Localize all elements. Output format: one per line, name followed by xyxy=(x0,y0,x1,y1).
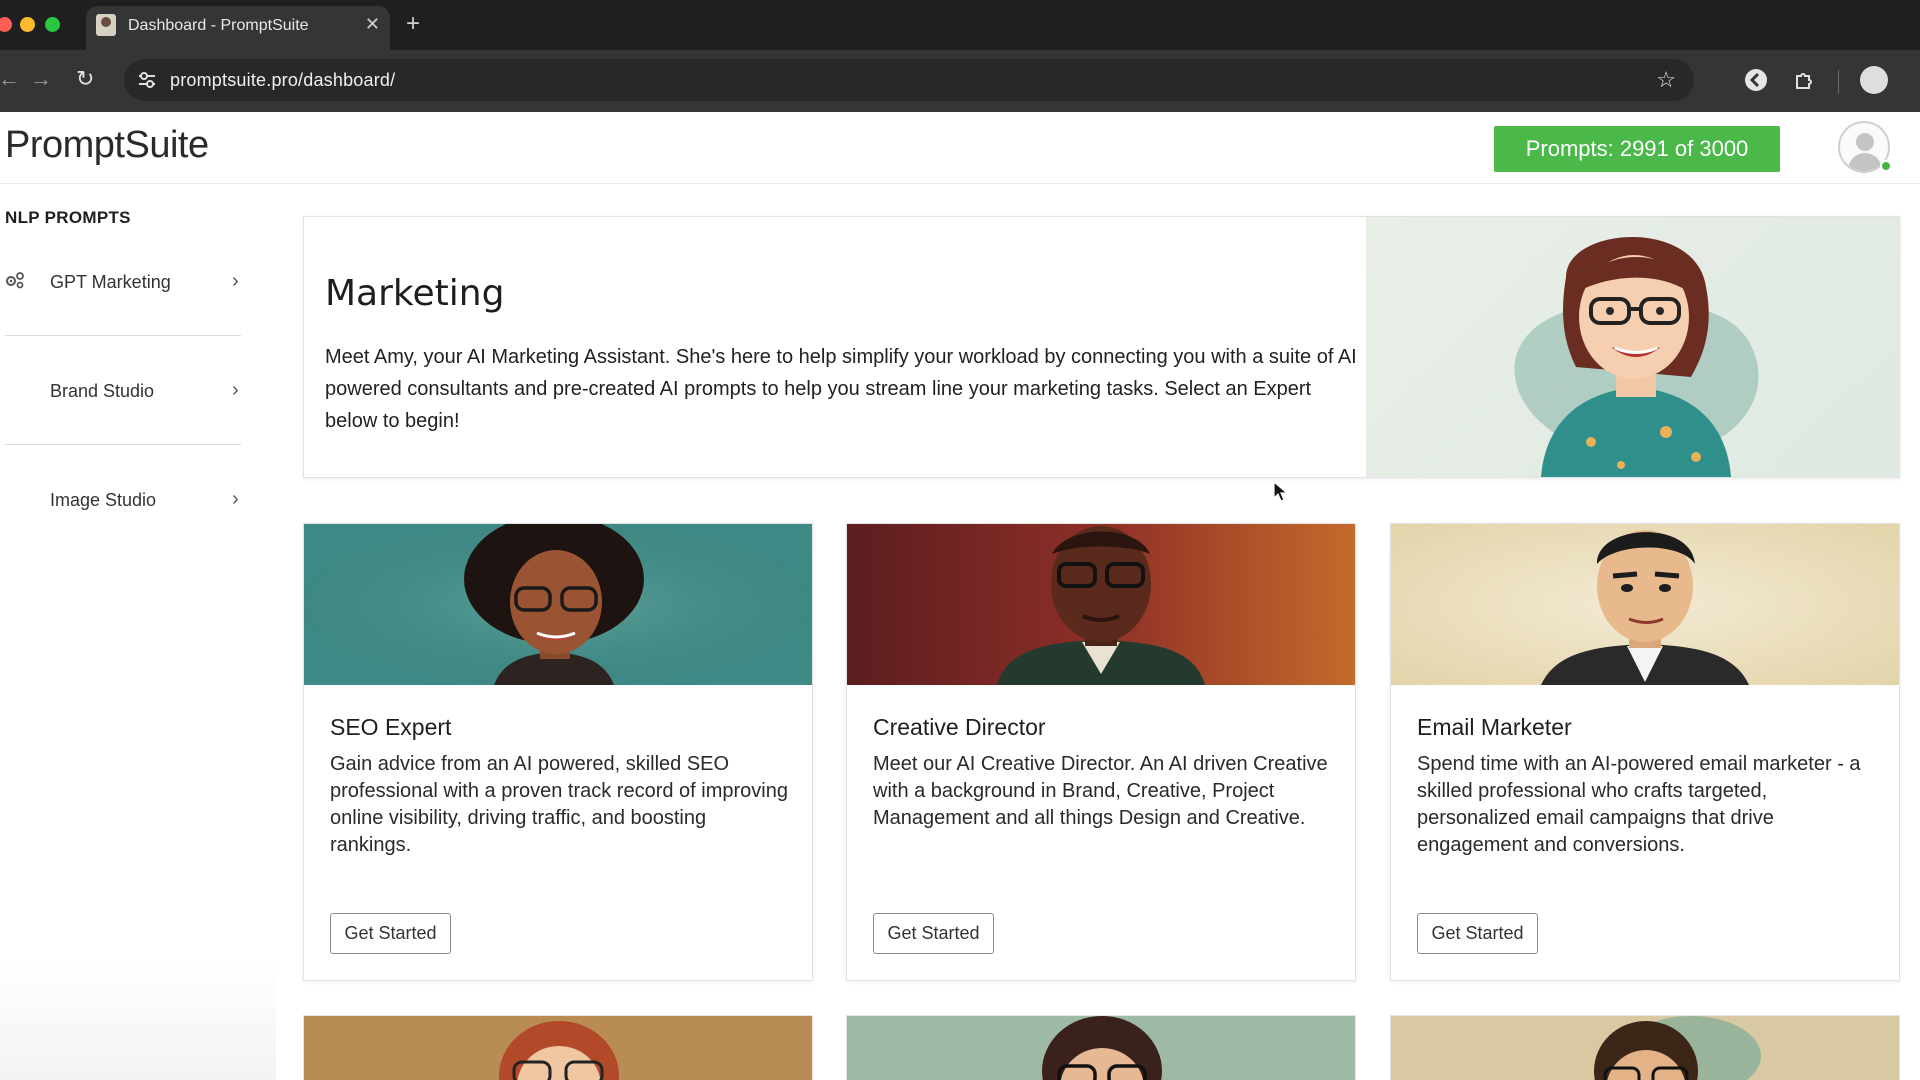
extensions-puzzle-icon[interactable] xyxy=(1792,68,1816,98)
favicon-icon xyxy=(96,14,116,36)
sidebar-item-label: GPT Marketing xyxy=(50,272,171,292)
reload-icon[interactable]: ↻ xyxy=(76,66,94,92)
expert-card-partial xyxy=(846,1015,1356,1080)
avatar-body-shape xyxy=(1848,153,1882,171)
card-title: Email Marketer xyxy=(1417,714,1572,740)
sidebar-item-brand-studio[interactable]: Brand Studio › xyxy=(0,371,250,411)
expert-card-partial xyxy=(1390,1015,1900,1080)
site-settings-icon[interactable] xyxy=(136,69,158,91)
site-header: PromptSuite Prompts: 2991 of 3000 xyxy=(0,112,1920,184)
expert-illustration-partial xyxy=(847,1016,1355,1080)
gear-icon xyxy=(6,272,24,289)
sidebar-item-label: Brand Studio xyxy=(50,381,155,401)
browser-tab[interactable]: Dashboard - PromptSuite ✕ xyxy=(86,6,390,50)
online-status-dot xyxy=(1880,160,1892,172)
tab-title: Dashboard - PromptSuite xyxy=(128,17,309,34)
avatar-head-shape xyxy=(1856,133,1874,151)
chevron-right-icon: › xyxy=(232,379,239,401)
logo[interactable]: PromptSuite xyxy=(5,124,209,167)
marketing-hero-panel: Marketing Meet Amy, your AI Marketing As… xyxy=(303,216,1900,478)
sidebar-divider xyxy=(5,444,241,445)
amy-assistant-illustration xyxy=(1366,217,1899,477)
card-title: Creative Director xyxy=(873,714,1046,740)
expert-card-email-marketer: Email Marketer Spend time with an AI-pow… xyxy=(1390,523,1900,981)
minimize-window-button[interactable] xyxy=(20,17,35,32)
card-description: Spend time with an AI-powered email mark… xyxy=(1417,753,1861,856)
get-started-button[interactable]: Get Started xyxy=(873,913,994,954)
hero-description: Meet Amy, your AI Marketing Assistant. S… xyxy=(325,346,1357,432)
browser-tab-bar: Dashboard - PromptSuite ✕ + xyxy=(0,0,1920,50)
new-tab-icon[interactable]: + xyxy=(406,10,420,38)
card-description: Meet our AI Creative Director. An AI dri… xyxy=(873,753,1328,829)
browser-profile-icon[interactable] xyxy=(1860,66,1888,94)
seo-expert-illustration xyxy=(304,524,812,685)
expert-card-partial xyxy=(303,1015,813,1080)
close-tab-icon[interactable]: ✕ xyxy=(365,14,380,35)
sidebar-heading: NLP PROMPTS xyxy=(5,208,131,227)
address-bar[interactable]: promptsuite.pro/dashboard/ ☆ xyxy=(124,59,1694,101)
page-title: Marketing xyxy=(325,273,505,314)
sidebar: NLP PROMPTS GPT Marketing › Brand Studio… xyxy=(0,184,276,1080)
chevron-right-icon: › xyxy=(232,270,239,292)
email-marketer-illustration xyxy=(1391,524,1899,685)
sidebar-item-image-studio[interactable]: Image Studio › xyxy=(0,480,250,520)
expert-illustration-partial xyxy=(1391,1016,1899,1080)
mouse-cursor-icon xyxy=(1273,481,1289,502)
forward-icon[interactable]: → xyxy=(30,66,52,92)
close-window-button[interactable] xyxy=(0,17,12,32)
sidebar-divider xyxy=(5,335,241,336)
card-title: SEO Expert xyxy=(330,714,452,740)
sidebar-item-gpt-marketing[interactable]: GPT Marketing › xyxy=(0,262,250,302)
sidebar-item-label: Image Studio xyxy=(50,490,157,510)
expert-card-seo: SEO Expert Gain advice from an AI powere… xyxy=(303,523,813,981)
extension-back-icon[interactable] xyxy=(1744,68,1768,98)
back-icon[interactable]: ← xyxy=(0,66,20,92)
address-toolbar: ← → ↻ promptsuite.pro/dashboard/ ☆ xyxy=(0,50,1920,112)
creative-director-illustration xyxy=(847,524,1355,685)
url-text: promptsuite.pro/dashboard/ xyxy=(170,70,396,90)
card-description: Gain advice from an AI powered, skilled … xyxy=(330,753,788,856)
get-started-button[interactable]: Get Started xyxy=(330,913,451,954)
get-started-button[interactable]: Get Started xyxy=(1417,913,1538,954)
maximize-window-button[interactable] xyxy=(45,17,60,32)
prompts-count-badge[interactable]: Prompts: 2991 of 3000 xyxy=(1494,126,1780,172)
bookmark-star-icon[interactable]: ☆ xyxy=(1656,67,1676,93)
expert-card-creative-director: Creative Director Meet our AI Creative D… xyxy=(846,523,1356,981)
expert-illustration-partial xyxy=(304,1016,812,1080)
sidebar-fade xyxy=(0,960,276,1080)
chevron-right-icon: › xyxy=(232,488,239,510)
toolbar-divider xyxy=(1838,70,1839,94)
